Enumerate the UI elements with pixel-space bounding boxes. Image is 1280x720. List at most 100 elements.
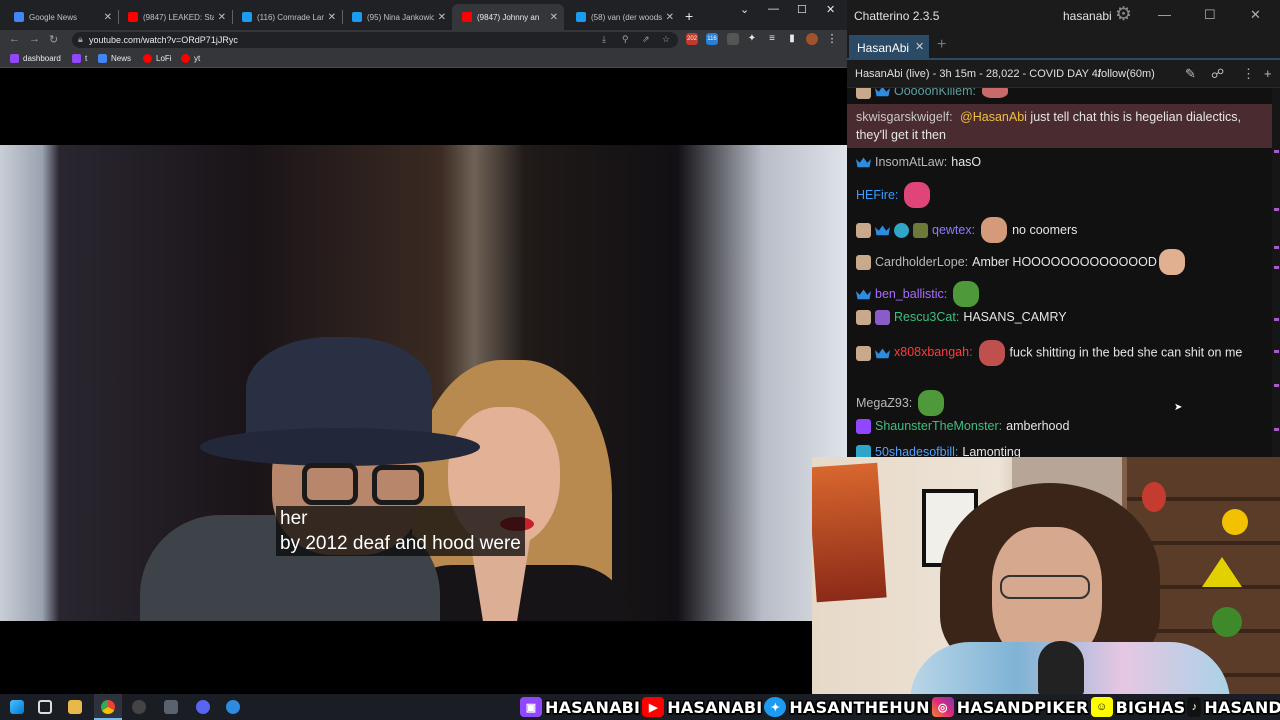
bookmark-lofi[interactable]: LoFi [143,54,172,63]
obs-icon[interactable] [132,700,146,714]
pencil-icon[interactable]: ✎ [1185,66,1196,82]
chat-scrollbar[interactable] [1272,88,1280,457]
maximize-icon[interactable]: ☐ [1204,7,1216,23]
gear-icon[interactable]: ⚙ [1115,3,1132,26]
app-icon[interactable] [164,700,178,714]
add-split-icon[interactable]: + [1264,66,1272,81]
close-icon[interactable]: ✕ [915,40,924,53]
close-icon[interactable]: ✕ [104,12,112,23]
chat-username[interactable]: Rescu3Cat: [894,308,959,326]
tab-google-news[interactable]: Google News ✕ [4,4,118,30]
chat-message[interactable]: 50shadesofbill: Lamonting [856,443,1021,457]
close-icon[interactable]: ✕ [666,12,674,23]
file-explorer-icon[interactable] [68,700,82,714]
chat-message[interactable]: MegaZ93: [856,390,949,416]
chat-message[interactable]: x808xbangah: fuck shitting in the bed she… [856,340,1261,366]
chat-username[interactable]: CardholderLope: [875,253,968,271]
users-icon[interactable]: ☍ [1211,66,1224,82]
chat-message[interactable]: HEFire: [856,182,935,208]
new-tab-button[interactable]: + [685,8,693,24]
shelf-figure [1212,607,1242,637]
chat-username[interactable]: x808xbangah: [894,345,973,359]
bookmark-news[interactable]: News [98,54,131,63]
add-tab-button[interactable]: + [937,36,946,54]
kebab-menu-icon[interactable]: ⋮ [1242,66,1255,82]
twitter-favicon [576,12,586,22]
follower-mode-indicator[interactable]: follow(60m) [1098,68,1155,80]
zoom-search-icon[interactable]: ⚲ [622,34,629,45]
extension-icon[interactable] [727,33,739,45]
task-view-icon[interactable] [38,700,52,714]
bookmarks-bar: dashboard t News LoFi yt [0,50,847,68]
scrollbar-highlight-marker [1274,428,1279,431]
chat-message[interactable]: qewtex: no coomers [856,217,1077,243]
chat-messages[interactable]: OoooohKiliem: skwisgarskwigelf: @HasanAb… [847,88,1272,457]
chat-mention[interactable]: @HasanAbi [960,110,1027,124]
tab-twitter-comrade[interactable]: (116) Comrade Lamb ✕ [232,4,342,30]
back-arrow-icon[interactable]: ← [9,33,20,45]
maximize-icon[interactable]: ☐ [797,3,807,16]
reload-icon[interactable]: ↻ [49,33,58,46]
sidebar-icon[interactable]: ▮ [786,33,798,45]
close-icon[interactable]: ✕ [550,12,558,23]
chat-username[interactable]: qewtex: [932,221,975,239]
url-text[interactable]: youtube.com/watch?v=ORdP71jJRyc [89,35,238,45]
close-window-icon[interactable]: ✕ [1250,7,1261,23]
share-icon[interactable]: ⇗ [642,34,650,45]
tab-twitter-van[interactable]: (58) van (der woodse ✕ [566,4,680,30]
install-icon[interactable]: ⤓ [602,34,606,45]
extension-badge-icon[interactable]: 116 [706,33,718,45]
close-icon[interactable]: ✕ [438,12,446,23]
webcam-feed [812,457,1280,695]
chat-username[interactable]: ShaunsterTheMonster: [875,417,1002,435]
pepe-emote-icon [953,281,980,307]
extension-badge-icon[interactable]: 202 [686,33,698,45]
close-icon[interactable]: ✕ [328,12,336,23]
kebab-menu-icon[interactable]: ⋮ [826,33,838,45]
bookmark-dashboard[interactable]: dashboard [10,54,61,63]
prime-badge-icon [856,418,871,434]
puzzle-extensions-icon[interactable]: ✦ [746,33,758,45]
bookmark-t[interactable]: t [72,54,87,63]
chat-message[interactable]: Rescu3Cat: HASANS_CAMRY [856,308,1067,326]
minimize-icon[interactable]: — [1158,7,1171,22]
chat-message[interactable]: ben_ballistic: [856,281,984,307]
chat-message[interactable]: skwisgarskwigelf: @HasanAbi just tell ch… [856,108,1261,144]
chat-message[interactable]: InsomAtLaw: hasO [856,153,981,171]
chevron-down-icon[interactable]: ⌄ [740,3,749,16]
forward-arrow-icon[interactable]: → [29,33,40,45]
chat-message[interactable]: CardholderLope: Amber HOOOOOOOOOOOOOD [856,249,1190,275]
chat-username[interactable]: MegaZ93: [856,394,912,412]
chatterino-icon[interactable] [226,700,240,714]
bookmark-yt[interactable]: yt [181,54,200,63]
chat-username[interactable]: 50shadesofbill: [875,443,958,457]
address-bar[interactable]: 🔒︎ youtube.com/watch?v=ORdP71jJRyc ⤓ ⚲ ⇗… [72,32,678,48]
account-switcher[interactable]: hasanabi [1063,9,1112,23]
profile-avatar[interactable] [806,33,818,45]
shelf-figure [1222,509,1248,535]
chat-username[interactable]: HEFire: [856,186,898,204]
video-frame-figure [372,465,424,505]
youtube-icon [143,54,152,63]
chat-message[interactable]: OoooohKiliem: [856,88,1013,100]
chat-message[interactable]: ShaunsterTheMonster: amberhood [856,417,1069,435]
chat-username[interactable]: OoooohKiliem: [894,88,976,100]
close-window-icon[interactable]: ✕ [826,3,835,16]
chat-username[interactable]: ben_ballistic: [875,285,947,303]
twitch-icon: ▣ [520,697,542,717]
queue-icon[interactable]: ≡ [766,33,778,45]
tab-twitter-nina[interactable]: (95) Nina Jankowicz ( ✕ [342,4,452,30]
chat-username[interactable]: InsomAtLaw: [875,153,947,171]
discord-icon[interactable] [196,700,210,714]
tab-youtube-leaked[interactable]: (9847) LEAKED: Starb ✕ [118,4,232,30]
tab-hasanabi[interactable]: HasanAbi ✕ [849,35,929,59]
windows-start-icon[interactable] [10,700,24,714]
minimize-icon[interactable]: — [768,3,779,15]
social-handles-overlay: ▣ HASANABI ▶ HASANABI ✦ HASANTHEHUN ◎ HA… [520,694,1280,720]
social-handle: HASANABI [545,697,641,717]
tab-youtube-active[interactable]: (9847) Johnny an ✕ [452,4,564,30]
chat-username[interactable]: skwisgarskwigelf: [856,110,953,124]
close-icon[interactable]: ✕ [218,12,226,23]
bookmark-star-icon[interactable]: ☆ [662,34,670,45]
chrome-icon[interactable] [101,700,115,714]
